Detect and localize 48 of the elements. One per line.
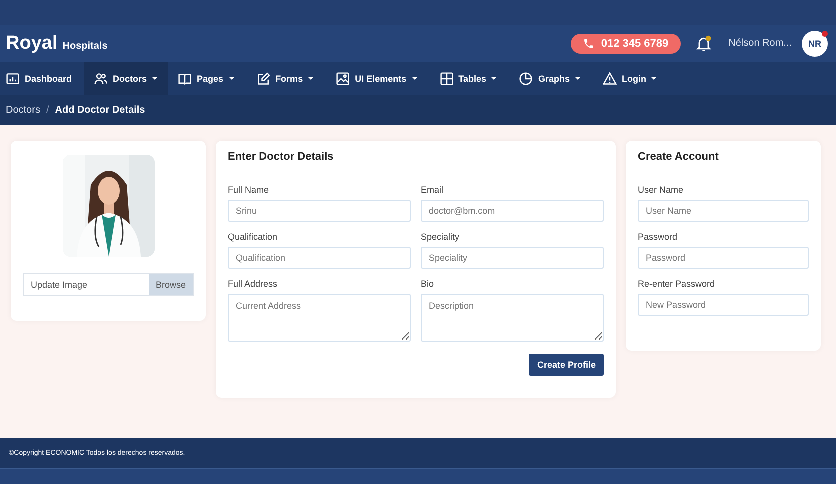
breadcrumb-item: Add Doctor Details: [55, 104, 146, 116]
input-field[interactable]: Password: [638, 247, 809, 269]
nav-item[interactable]: Dashboard: [0, 62, 84, 95]
field-label: Speciality: [421, 232, 461, 242]
user-avatar[interactable]: NR: [802, 30, 828, 56]
users-icon: [94, 72, 108, 86]
input-field[interactable]: Srinu: [228, 200, 411, 222]
browse-button[interactable]: Browse: [149, 274, 193, 295]
input-field[interactable]: Qualification: [228, 247, 411, 269]
field-label: Re-enter Password: [638, 279, 716, 289]
nav-item[interactable]: Login: [592, 62, 670, 95]
warning-icon: [602, 72, 617, 86]
image-icon: [336, 72, 350, 86]
nav-item[interactable]: Doctors: [84, 62, 168, 95]
card-title: Enter Doctor Details: [228, 151, 335, 163]
field-label: Email: [421, 185, 445, 195]
input-field[interactable]: doctor@bm.com: [421, 200, 604, 222]
pie-chart-icon: [519, 72, 534, 86]
book-icon: [178, 72, 192, 86]
nav-item[interactable]: Tables: [430, 62, 510, 95]
edit-icon: [256, 72, 271, 86]
field-label: Full Name: [228, 185, 270, 195]
text-area[interactable]: Description: [421, 294, 604, 342]
breadcrumb-item[interactable]: Doctors: [6, 104, 40, 116]
breadcrumb-separator: /: [46, 104, 50, 116]
phone-icon: [583, 38, 596, 50]
field-label: User Name: [638, 185, 685, 195]
nav-item[interactable]: Graphs: [509, 62, 593, 95]
text-area[interactable]: Current Address: [228, 294, 411, 342]
create-profile-button[interactable]: Create Profile: [529, 354, 604, 376]
brand-name: Royal: [6, 32, 58, 54]
grid-icon: [440, 72, 454, 86]
input-field[interactable]: New Password: [638, 294, 809, 316]
field-label: Password: [638, 232, 679, 242]
field-label: Bio: [421, 279, 436, 289]
nav-item[interactable]: Forms: [246, 62, 326, 95]
input-field[interactable]: Speciality: [421, 247, 604, 269]
brand-subtitle: Hospitals: [62, 40, 108, 52]
notification-bell-icon[interactable]: [694, 34, 713, 52]
dashboard-icon: [6, 72, 20, 86]
nav-item[interactable]: UI Elements: [326, 62, 430, 95]
input-field[interactable]: User Name: [638, 200, 809, 222]
nav-item[interactable]: Pages: [168, 62, 247, 95]
card-title: Create Account: [638, 151, 720, 163]
image-upload-field[interactable]: Update Image Browse: [23, 273, 194, 296]
field-label: Full Address: [228, 279, 279, 289]
field-label: Qualification: [228, 232, 279, 242]
user-name[interactable]: Nélson Rom...: [728, 38, 792, 49]
